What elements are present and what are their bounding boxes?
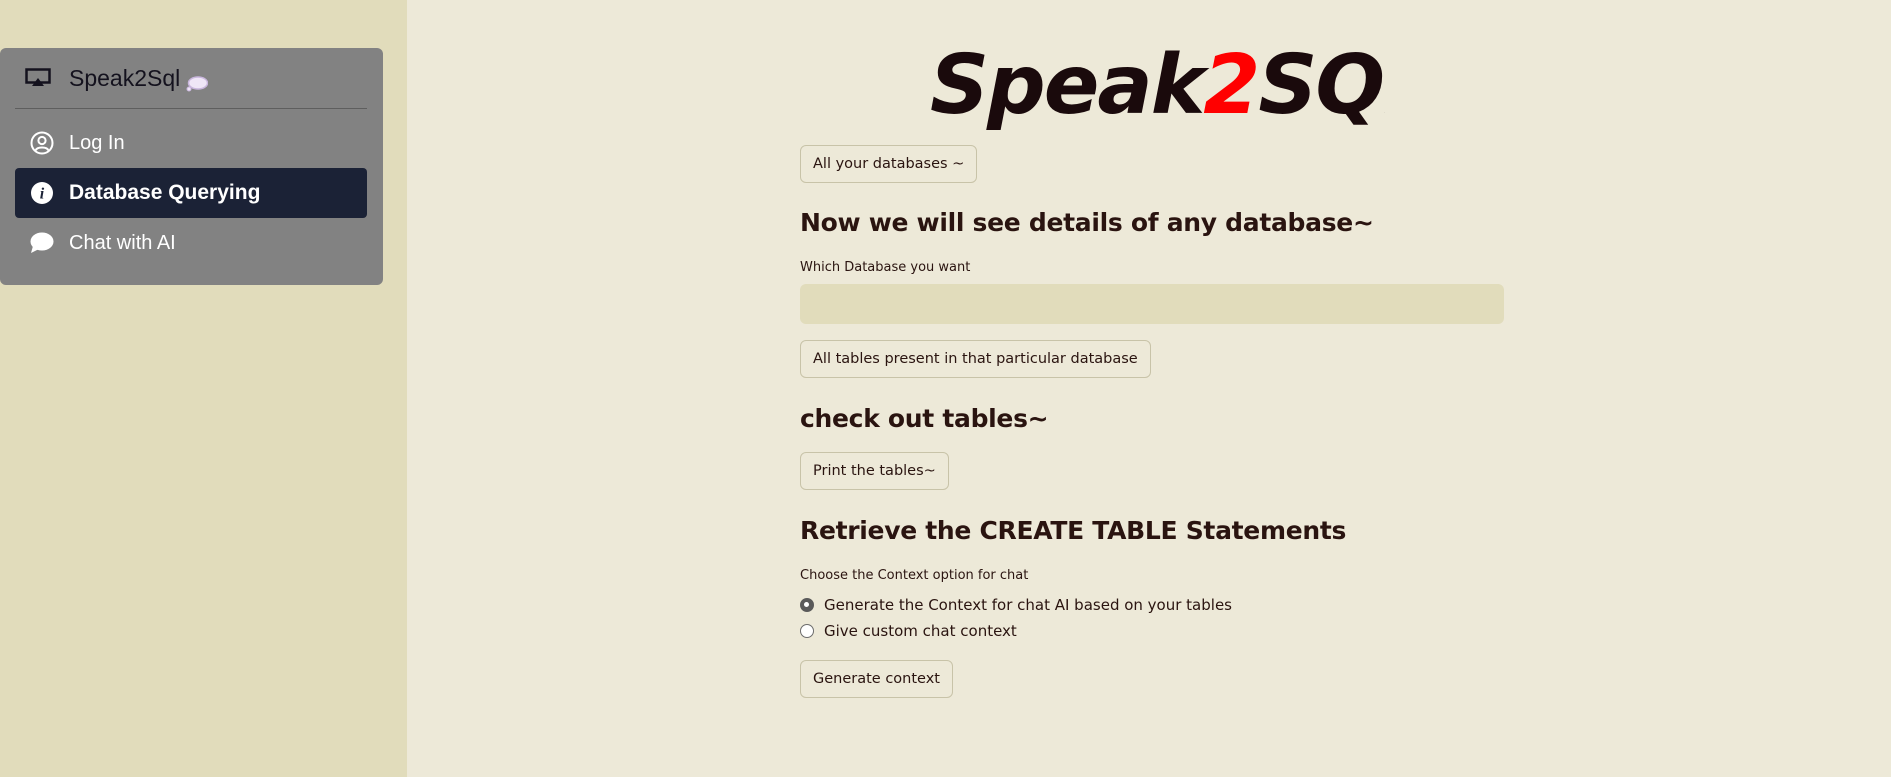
info-icon: i: [29, 180, 55, 206]
all-tables-button[interactable]: All tables present in that particular da…: [800, 340, 1151, 378]
all-databases-button[interactable]: All your databases ~: [800, 145, 978, 183]
radio-button-unchecked[interactable]: [800, 624, 814, 638]
radio-label: Generate the Context for chat AI based o…: [824, 596, 1232, 614]
radio-generate-context[interactable]: Generate the Context for chat AI based o…: [800, 596, 1232, 614]
retrieve-statements-heading: Retrieve the CREATE TABLE Statements: [800, 516, 1347, 545]
context-option-label: Choose the Context option for chat: [800, 568, 1029, 583]
logo-text-two: 2: [1203, 38, 1258, 133]
navigation-menu: Speak2Sql Log In i Database Querying Cha…: [0, 48, 383, 285]
chat-bubble-icon: [29, 230, 55, 256]
svg-text:Speak2SQL: Speak2SQL: [930, 38, 1385, 133]
radio-button-checked[interactable]: [800, 598, 814, 612]
radio-custom-context[interactable]: Give custom chat context: [800, 622, 1017, 640]
airplay-icon: [25, 67, 53, 89]
which-database-label: Which Database you want: [800, 260, 971, 275]
logo-text-sql: SQL: [1258, 38, 1385, 133]
sidebar: Speak2Sql Log In i Database Querying Cha…: [0, 0, 407, 777]
app-logo: Speak2SQL: [925, 38, 1435, 138]
print-tables-button[interactable]: Print the tables~: [800, 452, 949, 490]
menu-item-label: Log In: [69, 131, 125, 154]
thought-bubble-icon: [186, 71, 209, 92]
check-tables-heading: check out tables~: [800, 404, 1049, 433]
database-name-input[interactable]: [800, 284, 1504, 324]
menu-item-log-in[interactable]: Log In: [15, 118, 367, 168]
logo-text-speak: Speak: [930, 38, 1210, 133]
user-circle-icon: [29, 130, 55, 156]
menu-header: Speak2Sql: [15, 48, 367, 109]
generate-context-button[interactable]: Generate context: [800, 660, 953, 698]
radio-label: Give custom chat context: [824, 622, 1017, 640]
menu-item-chat-with-ai[interactable]: Chat with AI: [15, 218, 367, 268]
menu-item-label: Database Querying: [69, 181, 261, 204]
svg-text:i: i: [40, 186, 45, 203]
database-details-heading: Now we will see details of any database~: [800, 208, 1374, 237]
menu-item-label: Chat with AI: [69, 231, 176, 254]
menu-title: Speak2Sql: [69, 65, 209, 92]
menu-item-database-querying[interactable]: i Database Querying: [15, 168, 367, 218]
